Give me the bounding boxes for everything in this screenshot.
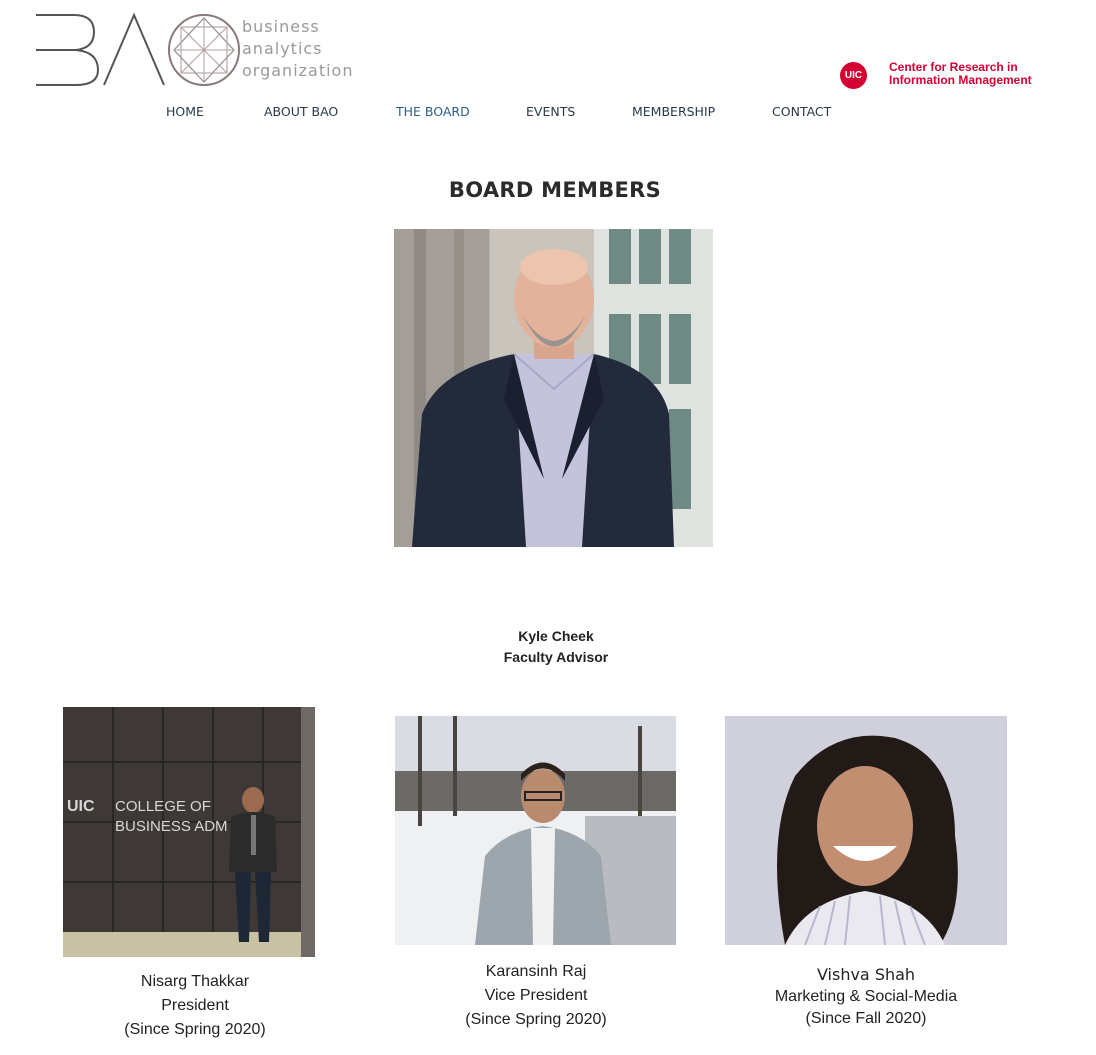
member-name: Nisarg Thakkar — [140, 973, 250, 990]
member-photo-vishva — [725, 716, 1007, 945]
logo-word-3: organization — [242, 61, 354, 80]
logo-word-2: analytics — [242, 39, 323, 58]
crim-logo[interactable]: UIC Center for Research in Information M… — [840, 60, 1070, 94]
nav-item-events[interactable]: EVENTS — [526, 104, 575, 119]
bao-logo-wordmark: business analytics organization — [242, 16, 353, 82]
nav-item-membership[interactable]: MEMBERSHIP — [632, 104, 715, 119]
member-name: Karansinh Raj — [485, 963, 587, 980]
crim-line-2: Information Management — [889, 73, 1032, 87]
member-role: President — [161, 997, 229, 1014]
member-caption-vishva: Vishva Shah Marketing & Social-Media (Si… — [746, 964, 986, 1030]
page-title: BOARD MEMBERS — [448, 178, 662, 202]
member-since: (Since Spring 2020) — [124, 1021, 266, 1038]
logo-word-1: business — [242, 17, 320, 36]
member-since: (Since Fall 2020) — [805, 1010, 927, 1027]
photo-sign-uic: UIC — [67, 798, 95, 815]
nav-item-about-bao[interactable]: ABOUT BAO — [264, 104, 338, 119]
advisor-photo — [394, 229, 713, 547]
member-name: Vishva Shah — [816, 965, 916, 984]
nav-item-contact[interactable]: CONTACT — [772, 104, 831, 119]
member-photo-nisarg: UIC COLLEGE OF BUSINESS ADM — [63, 707, 315, 957]
photo-sign-college: COLLEGE OF — [115, 798, 211, 815]
member-photo-karansinh — [395, 716, 676, 945]
member-since: (Since Spring 2020) — [465, 1011, 607, 1028]
advisor-caption: Kyle Cheek Faculty Advisor — [456, 626, 656, 668]
member-role: Vice President — [484, 987, 588, 1004]
uic-badge-icon: UIC — [840, 62, 867, 89]
main-nav: HOME ABOUT BAO THE BOARD EVENTS MEMBERSH… — [0, 104, 1096, 124]
advisor-role: Faculty Advisor — [503, 649, 609, 665]
member-caption-nisarg: Nisarg Thakkar President (Since Spring 2… — [95, 970, 295, 1042]
nav-item-home[interactable]: HOME — [166, 104, 204, 119]
member-role: Marketing & Social-Media — [774, 988, 958, 1005]
advisor-name: Kyle Cheek — [518, 628, 594, 644]
nav-item-the-board[interactable]: THE BOARD — [396, 104, 470, 119]
member-caption-karansinh: Karansinh Raj Vice President (Since Spri… — [436, 960, 636, 1032]
crim-logo-text: Center for Research in Information Manag… — [889, 61, 1032, 87]
photo-sign-business: BUSINESS ADM — [115, 818, 228, 835]
